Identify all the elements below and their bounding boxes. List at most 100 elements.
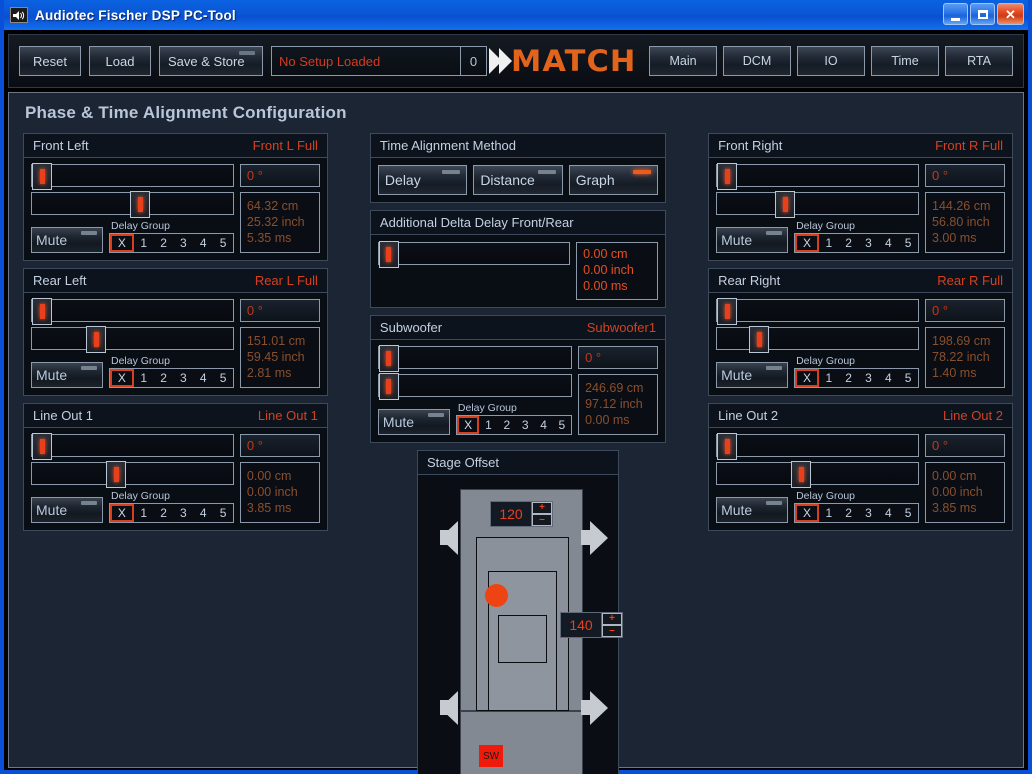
delay-group-cell-5[interactable]: 5 xyxy=(898,504,918,522)
delay-group-cell-2[interactable]: 2 xyxy=(154,234,174,252)
stage-length-increase-button[interactable]: + xyxy=(602,613,622,625)
slider-thumb[interactable] xyxy=(775,191,795,218)
delay-group-cell-4[interactable]: 4 xyxy=(878,234,898,252)
delay-group-cell-4[interactable]: 4 xyxy=(193,369,213,387)
phase-slider[interactable] xyxy=(716,299,919,322)
delay-group-cell-2[interactable]: 2 xyxy=(154,369,174,387)
nav-button-main[interactable]: Main xyxy=(649,46,717,76)
delay-slider[interactable] xyxy=(716,192,919,215)
phase-slider[interactable] xyxy=(31,164,234,187)
delay-slider[interactable] xyxy=(31,327,234,350)
slider-thumb[interactable] xyxy=(379,345,399,372)
delay-group-cell-1[interactable]: 1 xyxy=(819,369,839,387)
minimize-button[interactable] xyxy=(943,3,968,25)
save-and-store-button[interactable]: Save & Store xyxy=(159,46,263,76)
mute-button[interactable]: Mute xyxy=(31,497,103,523)
setup-number-field[interactable]: 0 xyxy=(461,46,487,76)
phase-slider[interactable] xyxy=(31,299,234,322)
delay-slider[interactable] xyxy=(31,462,234,485)
subwoofer-marker[interactable]: SW xyxy=(479,745,503,767)
slider-thumb[interactable] xyxy=(32,163,52,190)
delay-group-cell-4[interactable]: 4 xyxy=(193,504,213,522)
nav-button-io[interactable]: IO xyxy=(797,46,865,76)
delay-group-cell-5[interactable]: 5 xyxy=(213,504,233,522)
stage-length-stepper[interactable]: 140 + – xyxy=(560,612,623,638)
listener-position-marker[interactable] xyxy=(485,584,508,607)
close-button[interactable]: ✕ xyxy=(997,3,1024,25)
delay-group-cell-4[interactable]: 4 xyxy=(878,369,898,387)
stage-width-decrease-button[interactable]: – xyxy=(532,514,552,526)
delay-group-cell-2[interactable]: 2 xyxy=(839,234,859,252)
delay-group-cell-1[interactable]: 1 xyxy=(134,234,154,252)
nav-button-rta[interactable]: RTA xyxy=(945,46,1013,76)
delay-group-cell-5[interactable]: 5 xyxy=(213,369,233,387)
delay-group-cell-3[interactable]: 3 xyxy=(516,416,534,434)
delay-group-cell-1[interactable]: 1 xyxy=(819,504,839,522)
delay-group-cell-x[interactable]: X xyxy=(795,234,819,252)
delay-group-cell-2[interactable]: 2 xyxy=(839,369,859,387)
slider-thumb[interactable] xyxy=(379,241,399,268)
delay-group-cell-4[interactable]: 4 xyxy=(534,416,552,434)
stage-length-decrease-button[interactable]: – xyxy=(602,625,622,637)
mute-button[interactable]: Mute xyxy=(31,362,103,388)
mute-button[interactable]: Mute xyxy=(378,409,450,435)
delay-slider[interactable] xyxy=(31,192,234,215)
phase-slider[interactable] xyxy=(716,164,919,187)
delay-group-cell-1[interactable]: 1 xyxy=(479,416,497,434)
delay-group-cell-5[interactable]: 5 xyxy=(898,369,918,387)
phase-slider[interactable] xyxy=(378,346,572,369)
delay-slider[interactable] xyxy=(716,462,919,485)
delay-group-cell-2[interactable]: 2 xyxy=(498,416,516,434)
delay-group-cell-2[interactable]: 2 xyxy=(839,504,859,522)
delay-group-cell-x[interactable]: X xyxy=(795,369,819,387)
delay-group-cell-4[interactable]: 4 xyxy=(878,504,898,522)
delay-group-cell-3[interactable]: 3 xyxy=(173,369,193,387)
slider-thumb[interactable] xyxy=(106,461,126,488)
nav-button-dcm[interactable]: DCM xyxy=(723,46,791,76)
slider-thumb[interactable] xyxy=(791,461,811,488)
delay-group-cell-1[interactable]: 1 xyxy=(134,369,154,387)
delay-group-cell-5[interactable]: 5 xyxy=(213,234,233,252)
delay-slider[interactable] xyxy=(716,327,919,350)
maximize-button[interactable] xyxy=(970,3,995,25)
slider-thumb[interactable] xyxy=(717,433,737,460)
mute-button[interactable]: Mute xyxy=(716,497,788,523)
delay-group-cell-5[interactable]: 5 xyxy=(553,416,571,434)
stage-width-stepper[interactable]: 120 + – xyxy=(490,501,553,527)
delay-group-cell-4[interactable]: 4 xyxy=(193,234,213,252)
delay-group-cell-x[interactable]: X xyxy=(110,234,134,252)
nav-button-time[interactable]: Time xyxy=(871,46,939,76)
mute-button[interactable]: Mute xyxy=(31,227,103,253)
delay-group-cell-3[interactable]: 3 xyxy=(173,504,193,522)
reset-button[interactable]: Reset xyxy=(19,46,81,76)
stage-width-increase-button[interactable]: + xyxy=(532,502,552,514)
delta-delay-slider[interactable] xyxy=(378,242,570,265)
slider-thumb[interactable] xyxy=(32,298,52,325)
method-button-graph[interactable]: Graph xyxy=(569,165,658,195)
delay-group-cell-5[interactable]: 5 xyxy=(898,234,918,252)
delay-group-cell-3[interactable]: 3 xyxy=(859,369,879,387)
slider-thumb[interactable] xyxy=(86,326,106,353)
mute-button[interactable]: Mute xyxy=(716,362,788,388)
slider-thumb[interactable] xyxy=(130,191,150,218)
slider-thumb[interactable] xyxy=(379,373,399,400)
phase-slider[interactable] xyxy=(31,434,234,457)
mute-button[interactable]: Mute xyxy=(716,227,788,253)
delay-group-cell-x[interactable]: X xyxy=(110,504,134,522)
load-button[interactable]: Load xyxy=(89,46,151,76)
delay-slider[interactable] xyxy=(378,374,572,397)
delay-group-cell-3[interactable]: 3 xyxy=(859,504,879,522)
delay-group-cell-x[interactable]: X xyxy=(795,504,819,522)
delay-group-cell-3[interactable]: 3 xyxy=(173,234,193,252)
phase-slider[interactable] xyxy=(716,434,919,457)
method-button-distance[interactable]: Distance xyxy=(473,165,562,195)
delay-group-cell-1[interactable]: 1 xyxy=(134,504,154,522)
slider-thumb[interactable] xyxy=(749,326,769,353)
delay-group-cell-x[interactable]: X xyxy=(110,369,134,387)
delay-group-cell-2[interactable]: 2 xyxy=(154,504,174,522)
slider-thumb[interactable] xyxy=(717,163,737,190)
setup-status-field[interactable]: No Setup Loaded xyxy=(271,46,461,76)
delay-group-cell-x[interactable]: X xyxy=(457,416,479,434)
delay-group-cell-3[interactable]: 3 xyxy=(859,234,879,252)
delay-group-cell-1[interactable]: 1 xyxy=(819,234,839,252)
